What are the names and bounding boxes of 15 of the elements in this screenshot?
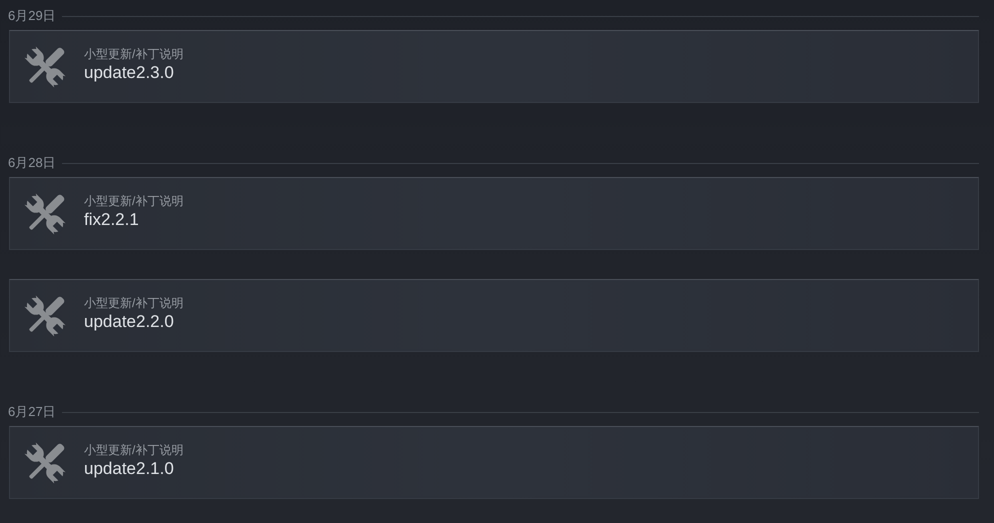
category-label: 小型更新/补丁说明 bbox=[84, 46, 184, 62]
category-label: 小型更新/补丁说明 bbox=[84, 294, 184, 310]
update-title: update2.1.0 bbox=[84, 458, 175, 480]
update-card[interactable]: 小型更新/补丁说明 update2.2.0 bbox=[9, 279, 979, 352]
category-label: 小型更新/补丁说明 bbox=[84, 192, 184, 208]
update-title: update2.2.0 bbox=[84, 310, 175, 332]
update-card[interactable]: 小型更新/补丁说明 update2.1.0 bbox=[9, 426, 979, 499]
update-card[interactable]: 小型更新/补丁说明 fix2.2.1 bbox=[9, 177, 979, 250]
update-card[interactable]: 小型更新/补丁说明 update2.3.0 bbox=[9, 30, 979, 103]
update-title: update2.3.0 bbox=[84, 62, 175, 84]
date-heading: 6月27日 bbox=[8, 405, 56, 419]
update-title: fix2.2.1 bbox=[84, 208, 140, 230]
date-heading: 6月28日 bbox=[8, 156, 56, 170]
category-label: 小型更新/补丁说明 bbox=[84, 442, 184, 458]
date-heading: 6月29日 bbox=[8, 9, 56, 23]
